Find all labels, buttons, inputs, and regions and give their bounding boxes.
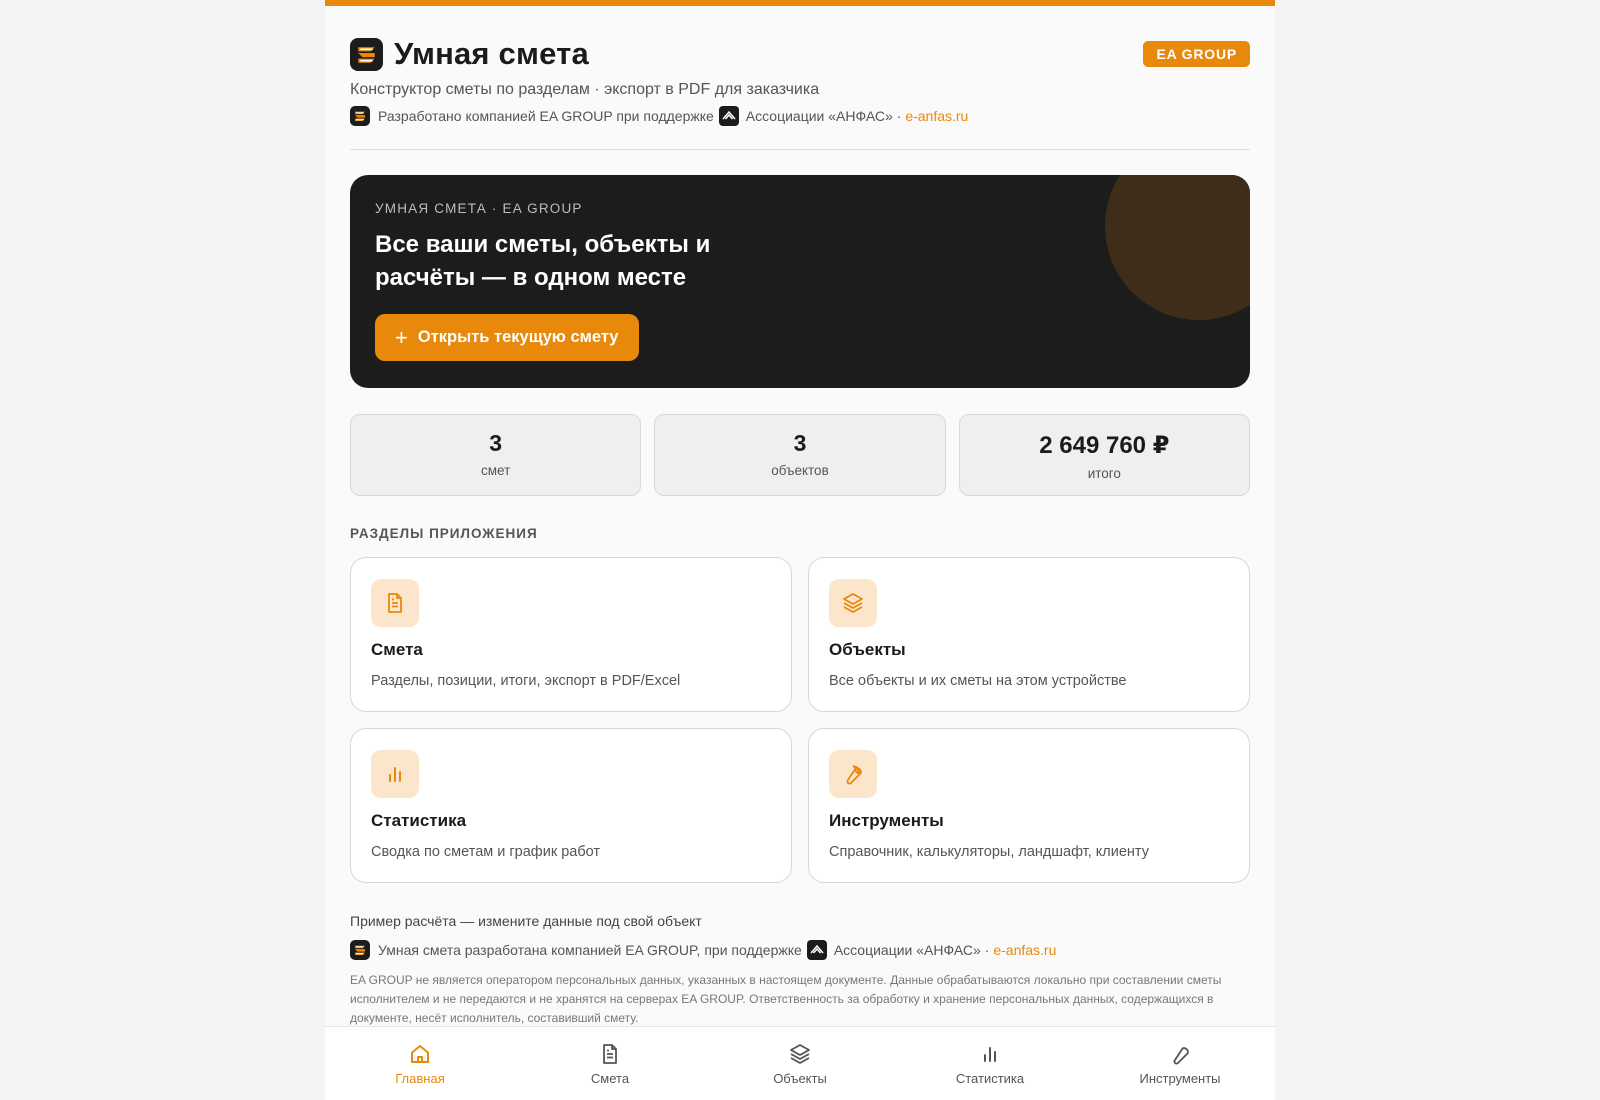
stat-objects: 3 объектов [654, 414, 946, 496]
footer-anfas-link[interactable]: e-anfas.ru [993, 942, 1056, 958]
stat-value: 3 [793, 430, 807, 456]
stats-row: 3 смет 3 объектов 2 649 760 ₽ итого [350, 414, 1250, 496]
card-objects[interactable]: Объекты Все объекты и их сметы на этом у… [808, 557, 1250, 712]
wrench-icon [829, 750, 877, 798]
card-title: Инструменты [829, 811, 944, 830]
wrench-icon [1173, 1047, 1189, 1065]
card-description: Разделы, позиции, итоги, экспорт в PDF/E… [371, 673, 681, 689]
document-icon [371, 579, 419, 627]
card-title: Объекты [829, 640, 906, 659]
stat-label: смет [481, 463, 511, 478]
bar-chart-icon [371, 750, 419, 798]
ea-group-logo-icon [350, 106, 370, 126]
hero-title: Все ваши сметы, объекты и расчёты — в од… [375, 231, 711, 291]
credit-line: Разработано компанией EA GROUP при подде… [350, 106, 1250, 126]
anfas-logo-icon [806, 940, 827, 960]
open-current-estimate-label: Открыть текущую смету [417, 328, 619, 346]
document-icon [603, 1044, 617, 1064]
stat-total: 2 649 760 ₽ итого [958, 414, 1250, 496]
home-icon [411, 1045, 429, 1063]
card-tools[interactable]: Инструменты Справочник, калькуляторы, ла… [808, 728, 1250, 883]
card-description: Все объекты и их сметы на этом устройств… [829, 673, 1127, 689]
brand-badge: EA GROUP [1143, 41, 1250, 67]
footer-credit-text: Умная смета разработана компанией EA GRO… [378, 942, 802, 958]
tab-label: Главная [395, 1071, 445, 1086]
credit-text: Разработано компанией EA GROUP при подде… [378, 108, 714, 124]
header: Умная смета EA GROUP Конструктор сметы п… [350, 36, 1250, 126]
stat-label: итого [1087, 466, 1121, 481]
stat-estimates: 3 смет [350, 414, 642, 496]
tab-label: Статистика [955, 1071, 1025, 1086]
tab-statistics[interactable]: Статистика [895, 1027, 1085, 1100]
tab-estimate[interactable]: Смета [515, 1027, 705, 1100]
card-title: Смета [371, 640, 423, 659]
hero-decor-circle [1105, 175, 1250, 320]
example-note: Пример расчёта — измените данные под сво… [350, 913, 702, 929]
stat-value: 3 [489, 430, 503, 456]
plus-icon: + [395, 324, 408, 350]
card-description: Сводка по сметам и график работ [371, 844, 601, 860]
bar-chart-icon [984, 1047, 996, 1062]
card-description: Справочник, калькуляторы, ландшафт, клие… [829, 844, 1149, 860]
hero-banner: УМНАЯ СМЕТА · EA GROUP Все ваши сметы, о… [350, 175, 1250, 388]
stat-value: 2 649 760 ₽ [1039, 432, 1170, 459]
layers-icon [829, 579, 877, 627]
footer: Пример расчёта — измените данные под сво… [350, 913, 1250, 1028]
tab-objects[interactable]: Объекты [705, 1027, 895, 1100]
layers-icon [790, 1044, 810, 1064]
footer-credit-line: Умная смета разработана компанией EA GRO… [350, 940, 1250, 960]
footer-credit-association: Ассоциации «АНФАС» · [833, 942, 990, 958]
open-current-estimate-button[interactable]: + Открыть текущую смету [375, 314, 639, 361]
sections-heading: РАЗДЕЛЫ ПРИЛОЖЕНИЯ [350, 526, 538, 541]
ea-group-logo-icon [350, 940, 370, 960]
ea-group-logo-icon [350, 37, 383, 71]
accent-top-bar [325, 0, 1275, 6]
header-divider [350, 149, 1250, 150]
card-title: Статистика [371, 811, 467, 830]
sections-grid: Смета Разделы, позиции, итоги, экспорт в… [350, 557, 1250, 883]
tab-home[interactable]: Главная [325, 1027, 515, 1100]
app-window: Умная смета EA GROUP Конструктор сметы п… [325, 0, 1275, 1100]
tab-label: Инструменты [1139, 1071, 1221, 1086]
anfas-link[interactable]: e-anfas.ru [905, 108, 968, 124]
bottom-tab-bar: Главная Смета Объекты Статистика Инструм… [325, 1026, 1275, 1100]
anfas-logo-icon [718, 106, 739, 126]
stat-label: объектов [771, 463, 829, 478]
card-estimate[interactable]: Смета Разделы, позиции, итоги, экспорт в… [350, 557, 792, 712]
page-subtitle: Конструктор сметы по разделам · экспорт … [350, 81, 820, 98]
card-statistics[interactable]: Статистика Сводка по сметам и график раб… [350, 728, 792, 883]
tab-label: Смета [590, 1071, 630, 1086]
privacy-disclaimer: EA GROUP не является оператором персонал… [350, 973, 1222, 1025]
hero-eyebrow: УМНАЯ СМЕТА · EA GROUP [375, 201, 583, 216]
title-row: Умная смета EA GROUP [350, 36, 1250, 72]
page-title: Умная смета [394, 36, 589, 71]
tab-tools[interactable]: Инструменты [1085, 1027, 1275, 1100]
credit-association: Ассоциации «АНФАС» · [745, 108, 902, 124]
tab-label: Объекты [773, 1071, 827, 1086]
